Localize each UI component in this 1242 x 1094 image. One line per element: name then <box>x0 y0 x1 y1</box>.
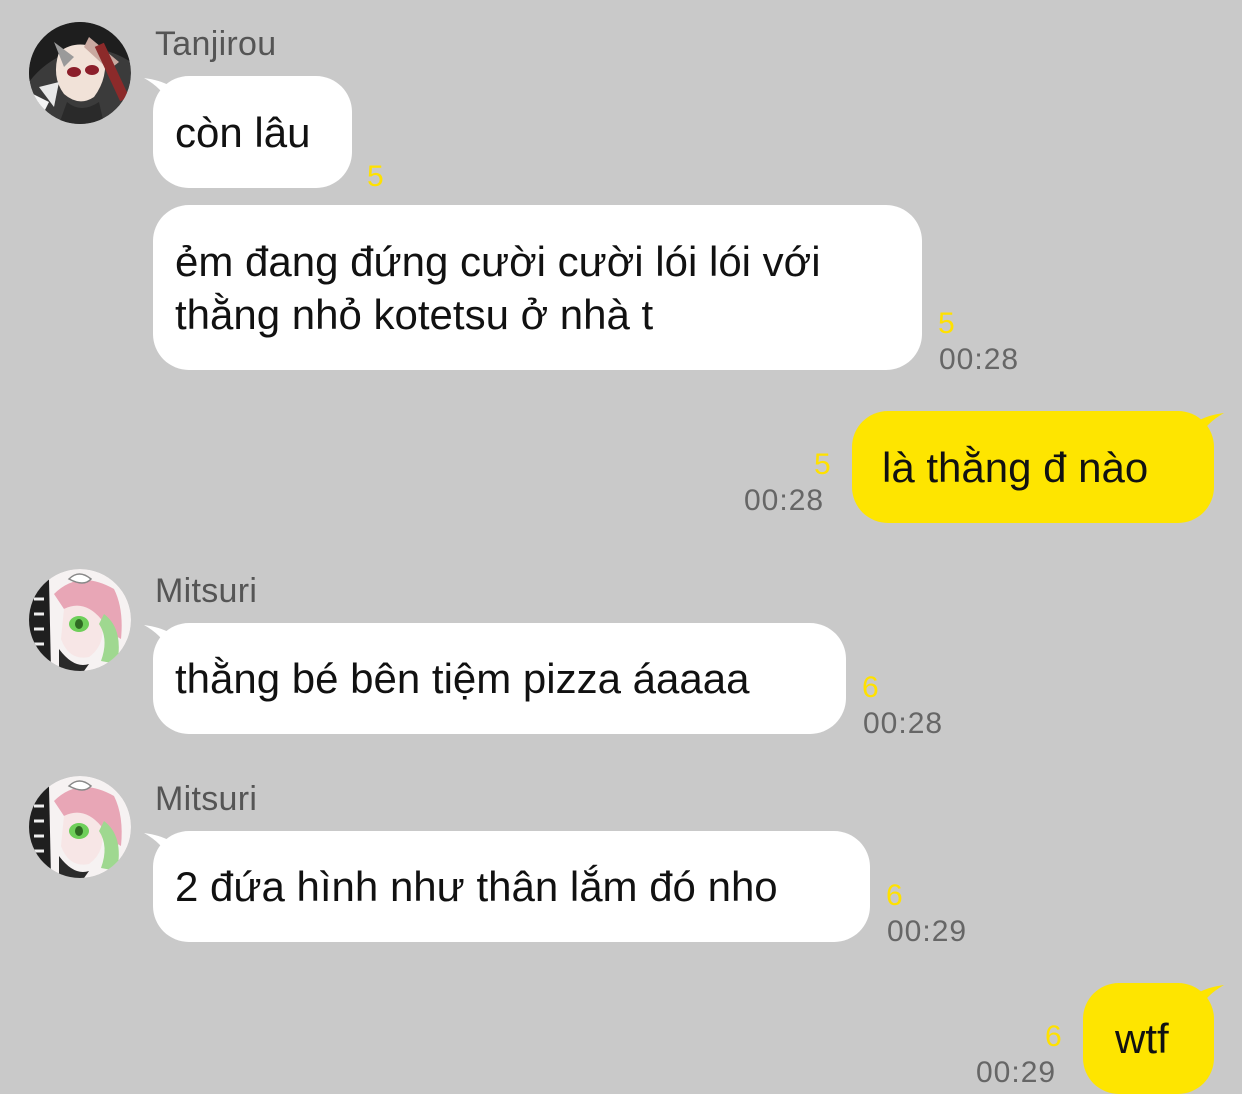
avatar-mitsuri[interactable] <box>29 776 131 878</box>
message-bubble[interactable]: còn lâu <box>153 76 352 188</box>
message-timestamp: 00:28 <box>863 707 944 740</box>
sender-name: Mitsuri <box>155 780 258 818</box>
message-timestamp: 00:29 <box>887 915 968 948</box>
message-bubble[interactable]: ẻm đang đứng cười cười lói lói với thằng… <box>153 205 922 370</box>
message-timestamp: 00:28 <box>744 484 825 517</box>
unread-count: 5 <box>938 307 955 340</box>
avatar-tanjirou[interactable] <box>29 22 131 124</box>
sender-name: Tanjirou <box>155 25 277 63</box>
message-bubble[interactable]: 2 đứa hình như thân lắm đó nho <box>153 831 870 942</box>
avatar-mitsuri[interactable] <box>29 569 131 671</box>
message-text: thằng bé bên tiệm pizza áaaaa <box>175 655 750 702</box>
bubble-tail <box>1198 413 1224 439</box>
unread-count: 6 <box>1045 1020 1062 1053</box>
message-text: ẻm đang đứng cười cười lói lói với thằng… <box>175 237 821 338</box>
message-bubble[interactable]: wtf <box>1083 983 1214 1094</box>
message-bubble[interactable]: là thằng đ nào <box>852 411 1214 523</box>
message-text: wtf <box>1115 1015 1169 1062</box>
message-bubble[interactable]: thằng bé bên tiệm pizza áaaaa <box>153 623 846 734</box>
chat-message-list: Tanjirou còn lâu 5 ẻm đang đứng cười cườ… <box>0 0 1242 1094</box>
message-text: 2 đứa hình như thân lắm đó nho <box>175 863 778 910</box>
unread-count: 5 <box>814 448 831 481</box>
unread-count: 6 <box>862 671 879 704</box>
sender-name: Mitsuri <box>155 572 258 610</box>
unread-count: 6 <box>886 879 903 912</box>
message-timestamp: 00:29 <box>976 1056 1057 1089</box>
message-text: là thằng đ nào <box>882 443 1149 491</box>
message-timestamp: 00:28 <box>939 343 1020 376</box>
unread-count: 5 <box>367 160 384 193</box>
bubble-tail <box>1198 985 1224 1011</box>
message-text: còn lâu <box>175 108 311 156</box>
